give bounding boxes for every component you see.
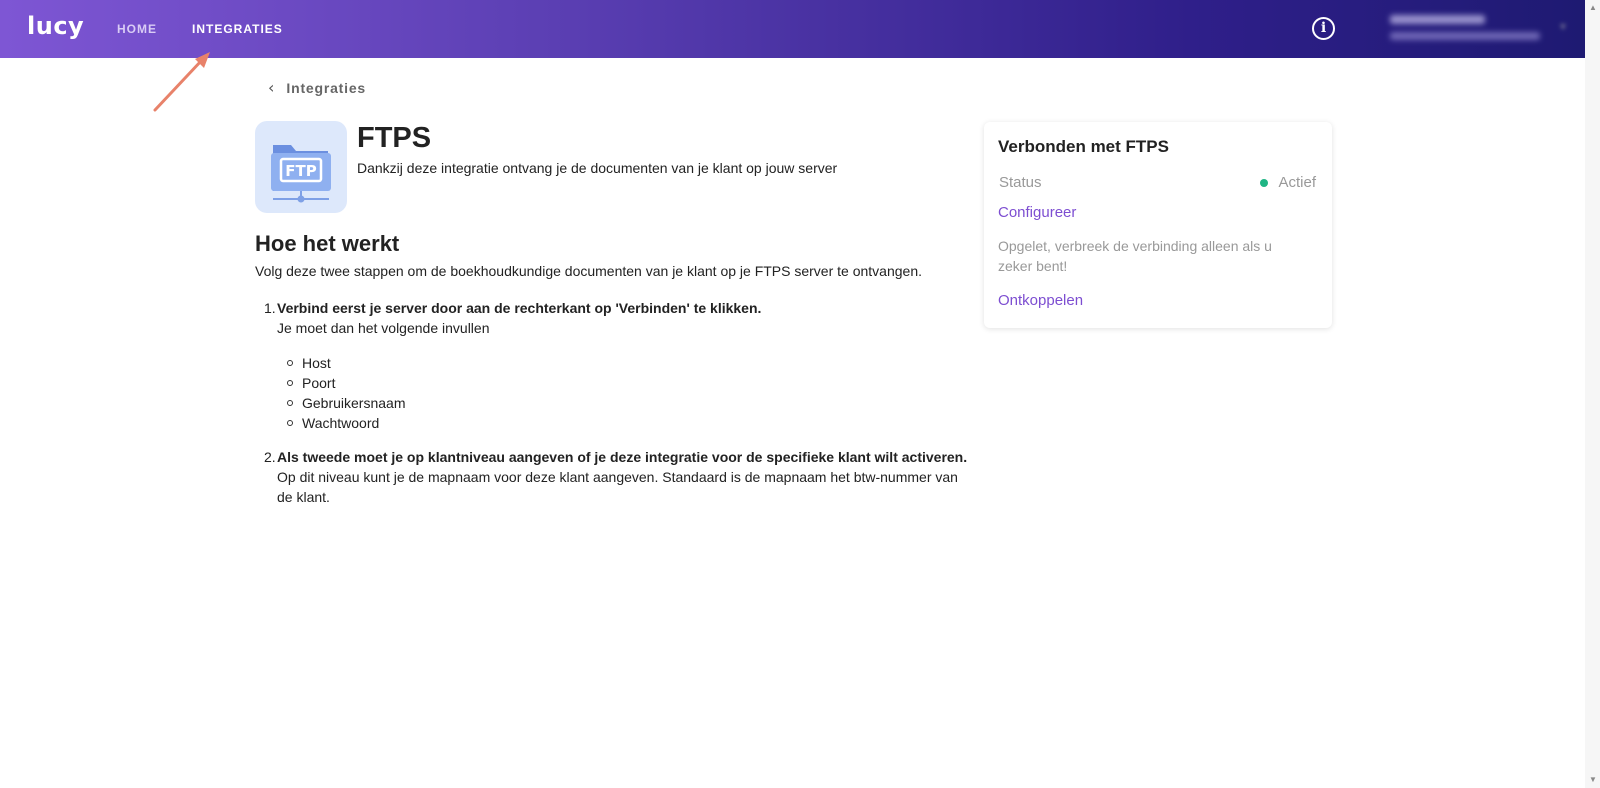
ftp-icon-text: FTP — [285, 162, 316, 180]
status-value: Actief — [1278, 174, 1316, 191]
list-item: Poort — [287, 373, 974, 393]
annotation-arrow — [153, 52, 210, 112]
step-text: Je moet dan het volgende invullen — [277, 320, 490, 336]
disconnect-warning: Opgelet, verbreek de verbinding alleen a… — [998, 238, 1272, 274]
scroll-down-arrow-icon[interactable]: ▼ — [1589, 775, 1597, 784]
lucy-logo[interactable]: lucy — [27, 12, 84, 40]
user-name-redacted — [1390, 15, 1485, 24]
status-dot-icon — [1260, 178, 1269, 187]
breadcrumb-back[interactable]: ‹ Integraties — [268, 78, 366, 97]
how-it-works-title: Hoe het werkt — [255, 231, 400, 256]
nav-home[interactable]: HOME — [117, 22, 157, 36]
step-text: Op dit niveau kunt je de mapnaam voor de… — [277, 469, 958, 505]
list-item: Host — [287, 353, 974, 373]
steps-list: 1. Verbind eerst je server door aan de r… — [264, 298, 974, 521]
step-1: 1. Verbind eerst je server door aan de r… — [264, 298, 974, 433]
user-company-redacted — [1390, 32, 1540, 40]
integration-description: Dankzij deze integratie ontvang je de do… — [357, 160, 838, 176]
ftp-folder-icon: FTP — [255, 121, 347, 213]
list-item: Gebruikersnaam — [287, 393, 974, 413]
top-navigation-bar: lucy HOME INTEGRATIES i ▼ — [0, 0, 1585, 58]
configure-link[interactable]: Configureer — [998, 204, 1076, 221]
how-it-works-subtitle: Volg deze twee stappen om de boekhoudkun… — [255, 263, 922, 279]
info-icon[interactable]: i — [1312, 17, 1335, 40]
nav-integraties[interactable]: INTEGRATIES — [192, 22, 283, 36]
list-item: Wachtwoord — [287, 413, 974, 433]
user-account-menu[interactable] — [1390, 12, 1550, 46]
chevron-left-icon: ‹ — [268, 78, 275, 97]
step-title: Als tweede moet je op klantniveau aangev… — [277, 449, 968, 465]
status-label: Status — [999, 174, 1042, 191]
status-badge: Actief — [1260, 174, 1316, 191]
page-title: FTPS — [357, 122, 432, 154]
chevron-down-icon[interactable]: ▼ — [1558, 22, 1570, 33]
breadcrumb-label: Integraties — [286, 79, 367, 96]
card-title: Verbonden met FTPS — [998, 137, 1169, 156]
vertical-scrollbar[interactable] — [1585, 0, 1600, 788]
connection-card: Verbonden met FTPS Status Actief Configu… — [984, 122, 1332, 328]
disconnect-link[interactable]: Ontkoppelen — [998, 292, 1083, 309]
scroll-up-arrow-icon[interactable]: ▲ — [1589, 3, 1597, 12]
step-title: Verbind eerst je server door aan de rech… — [277, 300, 762, 316]
step-2: 2. Als tweede moet je op klantniveau aan… — [264, 447, 974, 507]
step-number: 1. — [264, 300, 276, 316]
required-fields-list: Host Poort Gebruikersnaam Wachtwoord — [277, 353, 974, 433]
step-number: 2. — [264, 449, 276, 465]
